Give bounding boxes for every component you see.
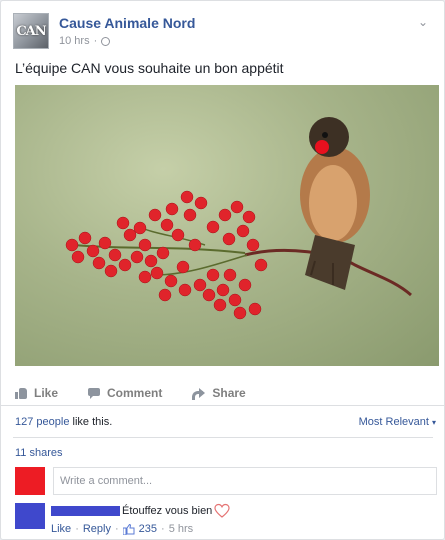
post-time[interactable]: 10 hrs bbox=[59, 35, 90, 47]
likes-count-link[interactable]: 127 people bbox=[15, 416, 69, 428]
comment-icon bbox=[88, 387, 101, 399]
comment-actions: Like · Reply · 235 · 5 hrs bbox=[51, 523, 193, 535]
divider bbox=[13, 437, 433, 438]
post-meta: 10 hrs · bbox=[59, 35, 111, 47]
bird-berries-illustration bbox=[65, 117, 412, 320]
post-text: L’équipe CAN vous souhaite un bon appéti… bbox=[15, 60, 284, 76]
chevron-down-icon[interactable]: ⌄ bbox=[416, 15, 430, 29]
post-card: CAN Cause Animale Nord 10 hrs · ⌄ L’équi… bbox=[0, 0, 445, 540]
post-actions: Like Comment Share bbox=[15, 381, 435, 405]
page-avatar-text: CAN bbox=[16, 23, 46, 39]
comment-text: Étouffez vous bien bbox=[122, 505, 213, 517]
globe-icon bbox=[101, 36, 111, 46]
sort-dropdown[interactable]: Most Relevant ▾ bbox=[359, 416, 436, 428]
comment-composer bbox=[15, 467, 437, 495]
like-icon bbox=[15, 387, 27, 399]
share-label: Share bbox=[212, 386, 246, 400]
like-button[interactable]: Like bbox=[15, 386, 58, 400]
sort-label: Most Relevant bbox=[358, 416, 429, 428]
heart-icon bbox=[214, 503, 230, 518]
comment-like-count[interactable]: 235 bbox=[139, 523, 157, 535]
comment-item: Étouffez vous bien Like · Reply · 235 · … bbox=[15, 501, 435, 537]
comment-author-name[interactable] bbox=[51, 506, 120, 516]
comment-label: Comment bbox=[107, 386, 163, 400]
shares-link[interactable]: 11 shares bbox=[15, 447, 63, 459]
share-button[interactable]: Share bbox=[192, 386, 246, 400]
meta-separator: · bbox=[93, 35, 98, 47]
comment-author-avatar[interactable] bbox=[15, 503, 45, 529]
post-header: CAN Cause Animale Nord 10 hrs · ⌄ bbox=[13, 13, 432, 53]
page-avatar[interactable]: CAN bbox=[13, 13, 49, 49]
comment-time[interactable]: 5 hrs bbox=[169, 523, 193, 535]
share-icon bbox=[192, 387, 206, 400]
post-photo[interactable] bbox=[15, 85, 439, 366]
comment-reply-link[interactable]: Reply bbox=[83, 523, 111, 535]
current-user-avatar bbox=[15, 467, 45, 495]
like-label: Like bbox=[34, 386, 59, 400]
sort-caret-icon: ▾ bbox=[431, 418, 436, 427]
divider bbox=[1, 405, 444, 406]
comment-body: Étouffez vous bien bbox=[51, 503, 230, 519]
meta-separator: · bbox=[75, 523, 79, 535]
likes-suffix: like this. bbox=[69, 416, 113, 428]
meta-separator: · bbox=[114, 523, 119, 535]
meta-separator: · bbox=[161, 523, 165, 535]
comment-like-link[interactable]: Like bbox=[51, 523, 71, 535]
comment-input[interactable] bbox=[53, 467, 437, 495]
page-name[interactable]: Cause Animale Nord bbox=[59, 15, 195, 31]
comment-button[interactable]: Comment bbox=[88, 386, 162, 400]
thumbs-up-icon bbox=[122, 523, 135, 535]
